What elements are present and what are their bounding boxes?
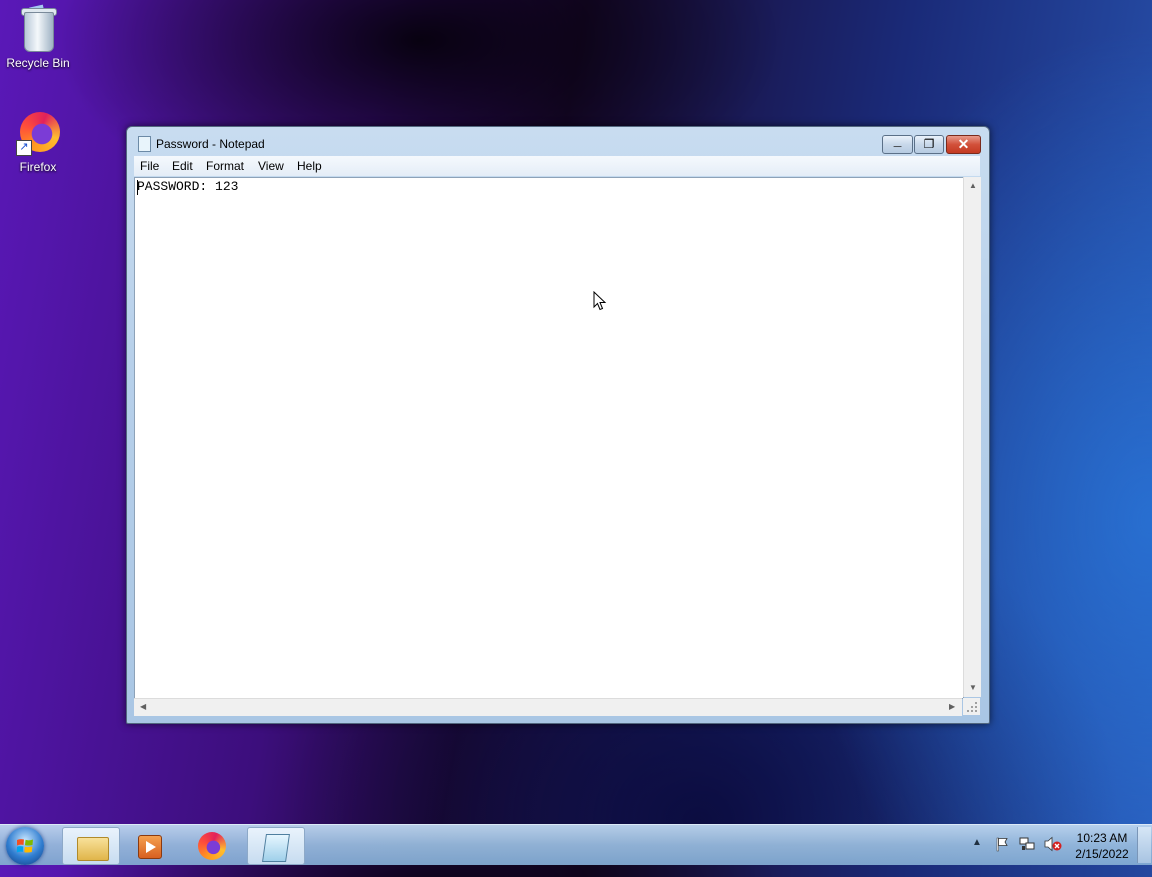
scroll-up-icon[interactable]: ▲ xyxy=(969,181,977,190)
clock-time: 10:23 AM xyxy=(1076,831,1128,845)
scroll-down-icon[interactable]: ▼ xyxy=(969,683,977,692)
action-center-flag-icon[interactable] xyxy=(994,836,1010,852)
system-clock[interactable]: 10:23 AM 2/15/2022 xyxy=(1068,830,1136,862)
taskbar-firefox[interactable] xyxy=(184,827,240,863)
menu-help[interactable]: Help xyxy=(291,158,328,174)
resize-grip-icon[interactable] xyxy=(963,698,980,715)
mouse-cursor-icon xyxy=(593,291,607,311)
maximize-icon: ❐ xyxy=(923,137,935,151)
scroll-left-icon[interactable]: ◀ xyxy=(140,702,146,711)
menu-bar: File Edit Format View Help xyxy=(134,156,980,176)
shortcut-arrow-icon: ↗ xyxy=(16,140,32,156)
show-hidden-icons-chevron-icon[interactable]: ▲ xyxy=(972,837,982,877)
firefox-icon xyxy=(198,832,226,860)
menu-view[interactable]: View xyxy=(252,158,290,174)
close-icon: ✕ xyxy=(957,136,970,152)
editor-content: PASSWORD: 123 xyxy=(137,179,239,194)
clock-date: 2/15/2022 xyxy=(1075,847,1129,861)
desktop-icon-label: Recycle Bin xyxy=(6,56,70,70)
desktop-icon-recycle-bin[interactable]: Recycle Bin xyxy=(0,4,76,70)
firefox-icon: ↗ xyxy=(16,110,60,158)
start-button[interactable] xyxy=(6,827,44,865)
menu-format[interactable]: Format xyxy=(200,158,250,174)
desktop-icon-firefox[interactable]: ↗ Firefox xyxy=(0,110,76,174)
media-player-icon xyxy=(138,835,162,859)
taskbar-notepad[interactable] xyxy=(247,827,305,865)
recycle-bin-icon xyxy=(16,4,60,54)
notepad-icon xyxy=(138,136,151,152)
volume-muted-icon[interactable] xyxy=(1044,836,1062,852)
taskbar-file-explorer[interactable] xyxy=(62,827,120,865)
network-icon[interactable] xyxy=(1019,836,1035,852)
minimize-button[interactable]: ─ xyxy=(882,135,913,154)
menu-edit[interactable]: Edit xyxy=(166,158,199,174)
show-desktop-button[interactable] xyxy=(1137,827,1151,863)
close-button[interactable]: ✕ xyxy=(946,135,981,154)
maximize-button[interactable]: ❐ xyxy=(914,135,944,154)
horizontal-scrollbar[interactable]: ◀ ▶ xyxy=(134,698,962,716)
text-editor[interactable]: PASSWORD: 123 xyxy=(134,177,964,699)
scroll-right-icon[interactable]: ▶ xyxy=(949,702,955,711)
taskbar-media-player[interactable] xyxy=(120,827,176,863)
file-explorer-icon xyxy=(77,837,109,861)
vertical-scrollbar[interactable]: ▲ ▼ xyxy=(963,177,981,697)
notepad-icon xyxy=(262,834,290,862)
window-title: Password - Notepad xyxy=(156,137,265,151)
menu-file[interactable]: File xyxy=(134,158,165,174)
desktop-icon-label: Firefox xyxy=(19,160,57,174)
windows-logo-icon xyxy=(16,839,33,853)
notepad-window: Password - Notepad ─ ❐ ✕ File Edit Forma… xyxy=(126,126,990,724)
title-bar[interactable]: Password - Notepad ─ ❐ ✕ xyxy=(127,127,989,155)
minimize-icon: ─ xyxy=(893,141,902,153)
taskbar: ▲ 10:23 AM 2/15/2022 xyxy=(0,824,1152,865)
